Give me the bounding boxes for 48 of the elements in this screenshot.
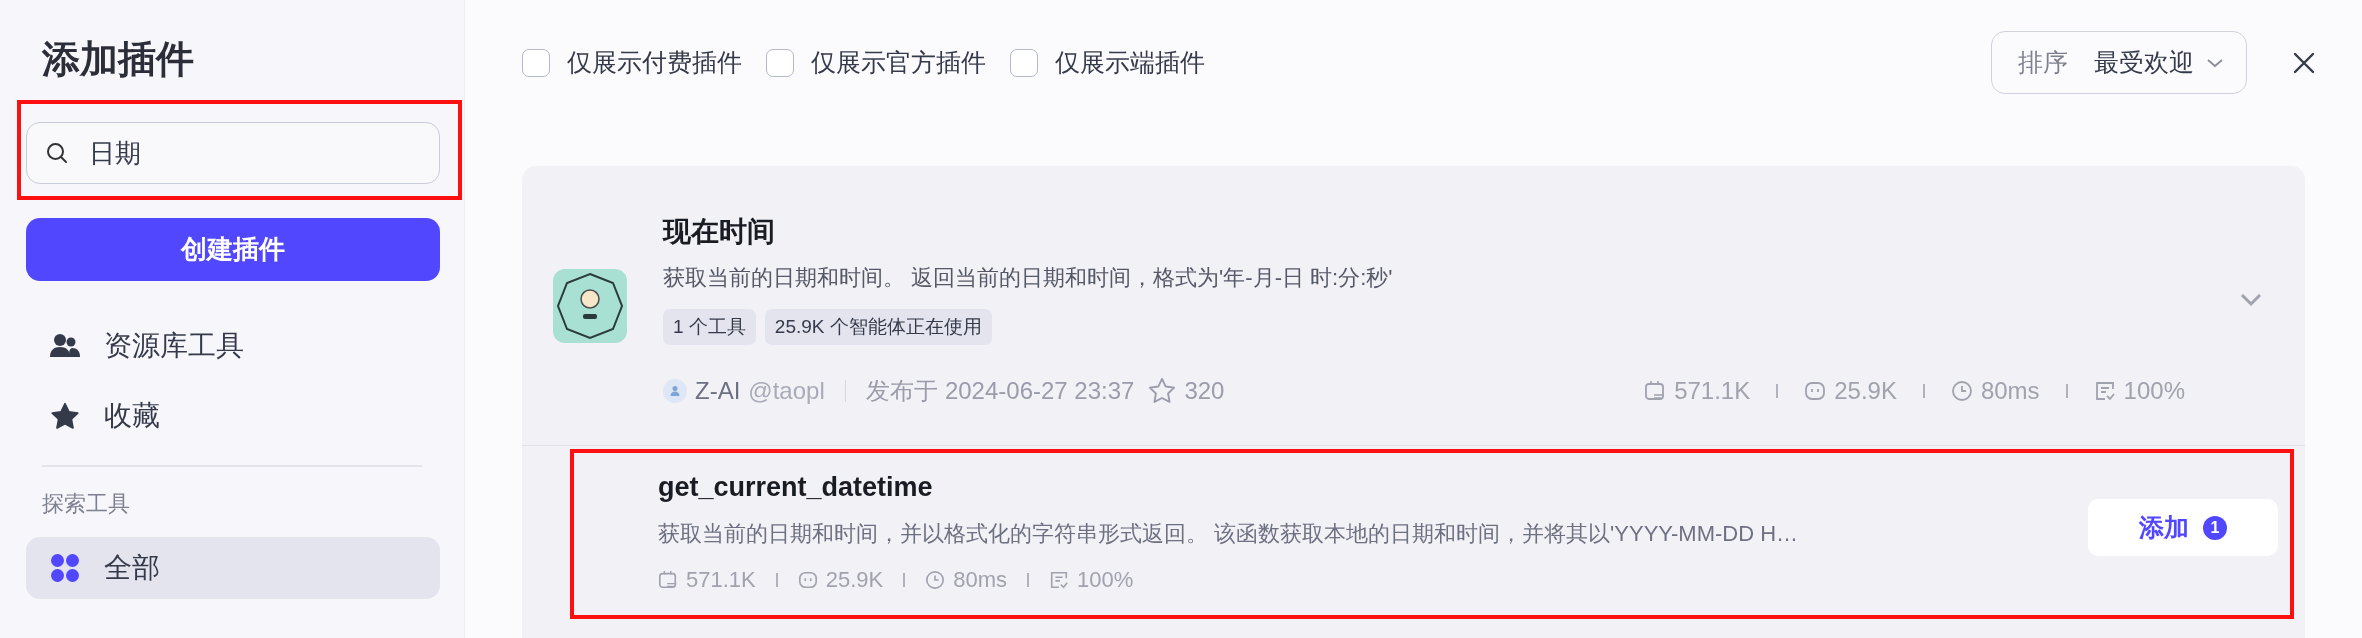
tool-description: 获取当前的日期和时间，并以格式化的字符串形式返回。 该函数获取本地的日期和时间，并将其以'YYYY-MM-DD H… [658,520,1800,548]
checklist-icon [2093,379,2116,402]
checklist-icon [1049,570,1070,590]
robot-logo-icon [553,268,627,343]
stat-value: 80ms [953,567,1008,593]
count-badge: 1 [2203,515,2227,540]
stat-value: 571.1K [686,567,756,593]
star-icon [50,402,80,430]
filter-checkbox[interactable]: 仅展示付费插件 [522,46,742,79]
calendar-icon [658,570,678,590]
plugin-description: 获取当前的日期和时间。 返回当前的日期和时间，格式为'年-月-日 时:分:秒' [663,263,1394,292]
create-plugin-button[interactable]: 创建插件 [26,218,440,281]
add-button[interactable]: 添加 1 [2088,499,2278,556]
section-title: 探索工具 [42,489,131,518]
sidebar-item[interactable]: 资源库工具 [26,311,440,381]
sort-dropdown[interactable]: 排序 最受欢迎 [1991,31,2247,94]
stat-value: 80ms [1980,376,2040,405]
panel-title: 添加插件 [42,37,195,82]
stat-value: 100% [1077,567,1134,593]
author-handle: @taopl [748,376,825,405]
grid-icon [50,552,80,583]
stat-value: 25.9K [1834,376,1897,405]
chevron-down-icon[interactable] [2239,292,2263,308]
clock-icon [1950,379,1973,402]
avatar-icon [663,378,687,403]
search-field[interactable]: 日期 [26,122,440,184]
filter-checkbox[interactable]: 仅展示官方插件 [766,46,986,79]
bot-face-icon [1804,379,1827,402]
sidebar-item[interactable]: 收藏 [26,381,440,451]
users-icon [50,333,80,359]
stat-value: 25.9K [825,567,884,593]
tag: 25.9K 个智能体正在使用 [764,308,992,345]
plugin-title: 现在时间 [663,214,776,249]
filter-checkbox[interactable]: 仅展示端插件 [1010,46,1205,79]
search-icon [45,141,69,165]
stat-value: 571.1K [1674,376,1751,405]
stat-value: 100% [2123,376,2185,405]
bot-face-icon [797,570,818,590]
chevron-down-icon [2206,56,2224,69]
tool-name: get_current_datetime [658,472,934,503]
author-name[interactable]: Z-AI [695,376,741,405]
sidebar-item[interactable]: 全部 [26,536,440,599]
favorite-count: 320 [1184,376,1225,405]
tag: 1 个工具 [663,308,756,345]
star-outline-icon[interactable] [1148,377,1177,404]
calendar-icon [1644,379,1667,402]
publish-date: 发布于 2024-06-27 23:37 [866,375,1135,406]
clock-icon [925,570,946,590]
